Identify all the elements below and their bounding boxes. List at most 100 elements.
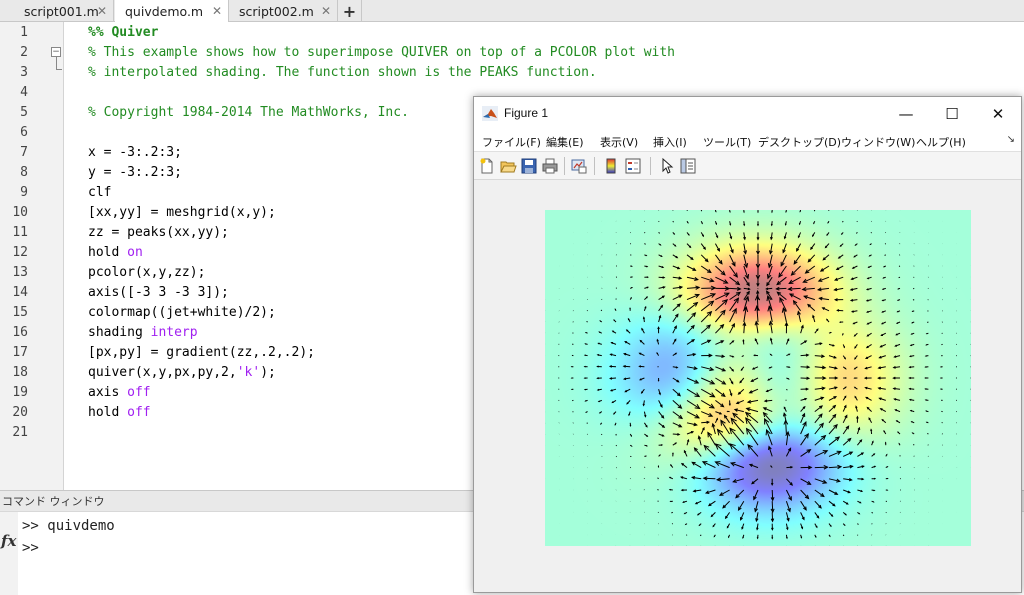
code-token: % interpolated shading. The function sho…: [88, 65, 597, 80]
code-line[interactable]: shading interp: [88, 323, 198, 343]
toolstrip-toggle-icon[interactable]: ↘: [1007, 134, 1015, 145]
tab-script002[interactable]: script002.m ✕: [229, 0, 338, 22]
code-token: interp: [150, 325, 198, 340]
menu-edit[interactable]: 編集(E): [546, 134, 584, 150]
quiver-arrow: [842, 534, 845, 537]
figure-window[interactable]: Figure 1 — ☐ ✕ ファイル(F) 編集(E) 表示(V) 挿入(I)…: [473, 96, 1022, 593]
quiver-arrowhead: [645, 444, 649, 447]
code-line[interactable]: pcolor(x,y,zz);: [88, 263, 205, 283]
line-number: 3: [20, 65, 28, 80]
code-token: off: [127, 385, 151, 400]
quiver-arrowhead: [753, 354, 756, 357]
maximize-button[interactable]: ☐: [929, 97, 975, 130]
code-line[interactable]: % Copyright 1984-2014 The MathWorks, Inc…: [88, 103, 409, 123]
new-figure-icon[interactable]: [478, 157, 496, 175]
tab-quivdemo[interactable]: quivdemo.m ✕: [115, 0, 229, 23]
menu-window[interactable]: ウィンドウ(W): [841, 134, 915, 150]
quiver-arrowhead: [924, 399, 927, 401]
close-button[interactable]: ✕: [975, 97, 1021, 130]
plot-area[interactable]: [474, 181, 1021, 592]
code-line[interactable]: clf: [88, 183, 111, 203]
code-token: pcolor(x,y,zz);: [88, 265, 206, 280]
quiver-arrowhead: [583, 377, 586, 379]
code-token: axis: [88, 385, 128, 400]
quiver-arrowhead: [873, 477, 877, 480]
quiver-arrowhead: [771, 537, 774, 540]
tab-script001[interactable]: script001.m ✕: [0, 0, 114, 22]
quiver-arrowhead: [598, 411, 601, 414]
quiver-arrowhead: [838, 321, 842, 324]
code-line[interactable]: % This example shows how to superimpose …: [88, 43, 675, 63]
close-tab-icon[interactable]: ✕: [97, 4, 107, 18]
quiver-arrowhead: [884, 441, 887, 444]
minimize-button[interactable]: —: [883, 97, 929, 130]
figure-title-bar[interactable]: Figure 1 — ☐ ✕: [474, 97, 1021, 130]
line-number: 12: [12, 245, 28, 260]
line-number: 6: [20, 125, 28, 140]
quiver-arrowhead: [784, 223, 787, 226]
pointer-icon[interactable]: [658, 157, 676, 175]
quiver-arrowhead: [729, 211, 731, 213]
save-icon[interactable]: [520, 157, 538, 175]
line-number-gutter: 1 2 3 4 5 6 7 8 9 10 11 12 13 14 15 16 17 18 19 20 21: [0, 22, 64, 490]
legend-icon[interactable]: [624, 157, 642, 175]
menu-tools[interactable]: ツール(T): [703, 134, 751, 150]
quiver-plot[interactable]: [545, 210, 971, 546]
menu-insert[interactable]: 挿入(I): [653, 134, 687, 150]
menu-help[interactable]: ヘルプ(H): [916, 134, 966, 150]
code-line[interactable]: quiver(x,y,px,py,2,'k');: [88, 363, 276, 383]
code-line[interactable]: y = -3:.2:3;: [88, 163, 182, 183]
line-number: 17: [12, 345, 28, 360]
code-token: off: [127, 405, 151, 420]
menu-view[interactable]: 表示(V): [600, 134, 638, 150]
add-tab-button[interactable]: +: [338, 0, 362, 22]
quiver-arrowhead: [668, 488, 671, 491]
code-line[interactable]: %% Quiver: [88, 23, 158, 43]
code-line[interactable]: [xx,yy] = meshgrid(x,y);: [88, 203, 276, 223]
figure-title: Figure 1: [504, 106, 549, 120]
code-line[interactable]: [px,py] = gradient(zz,.2,.2);: [88, 343, 315, 363]
link-plot-icon[interactable]: [570, 157, 588, 175]
quiver-arrowhead: [743, 211, 745, 214]
close-tab-icon[interactable]: ✕: [321, 4, 331, 18]
code-line[interactable]: % interpolated shading. The function sho…: [88, 63, 597, 83]
quiver-arrowhead: [583, 365, 586, 368]
line-number: 2: [20, 45, 28, 60]
figure-toolbar: [474, 152, 1021, 180]
quiver-arrowhead: [742, 536, 744, 539]
menu-file[interactable]: ファイル(F): [482, 134, 541, 150]
code-line[interactable]: colormap((jet+white)/2);: [88, 303, 276, 323]
code-line[interactable]: hold off: [88, 403, 151, 423]
code-line[interactable]: axis([-3 3 -3 3]);: [88, 283, 229, 303]
line-number: 19: [12, 385, 28, 400]
code-token: [xx,yy] = meshgrid(x,y);: [88, 205, 276, 220]
command-prompt[interactable]: >>: [22, 540, 39, 556]
colorbar-icon[interactable]: [602, 157, 620, 175]
quiver-arrowhead: [599, 320, 601, 322]
quiver-arrow: [658, 220, 660, 223]
code-line[interactable]: zz = peaks(xx,yy);: [88, 223, 229, 243]
code-token: quiver(x,y,px,py,2,: [88, 365, 237, 380]
code-line[interactable]: axis off: [88, 383, 151, 403]
quiver-arrowhead: [771, 211, 773, 214]
menu-desktop[interactable]: デスクトップ(D): [758, 134, 841, 150]
open-file-icon[interactable]: [499, 157, 517, 175]
quiver-arrowhead: [743, 223, 746, 227]
code-token: hold: [88, 245, 128, 260]
fold-toggle-icon[interactable]: −: [51, 47, 61, 57]
code-line[interactable]: hold on: [88, 243, 143, 263]
line-number: 4: [20, 85, 28, 100]
code-line[interactable]: x = -3:.2:3;: [88, 143, 182, 163]
figure-menu-bar: ファイル(F) 編集(E) 表示(V) 挿入(I) ツール(T) デスクトップ(…: [474, 130, 1021, 152]
print-icon[interactable]: [541, 157, 559, 175]
property-inspector-icon[interactable]: [679, 157, 697, 175]
code-token: 'k': [236, 365, 261, 380]
code-token: clf: [88, 185, 112, 200]
toolbar-separator: [594, 157, 595, 175]
function-browser-icon[interactable]: fx: [1, 532, 16, 550]
quiver-arrowhead: [584, 343, 587, 345]
quiver-arrowhead: [596, 377, 599, 380]
quiver-arrowhead: [631, 276, 634, 278]
close-tab-icon[interactable]: ✕: [212, 4, 222, 18]
quiver-arrow: [871, 511, 874, 514]
